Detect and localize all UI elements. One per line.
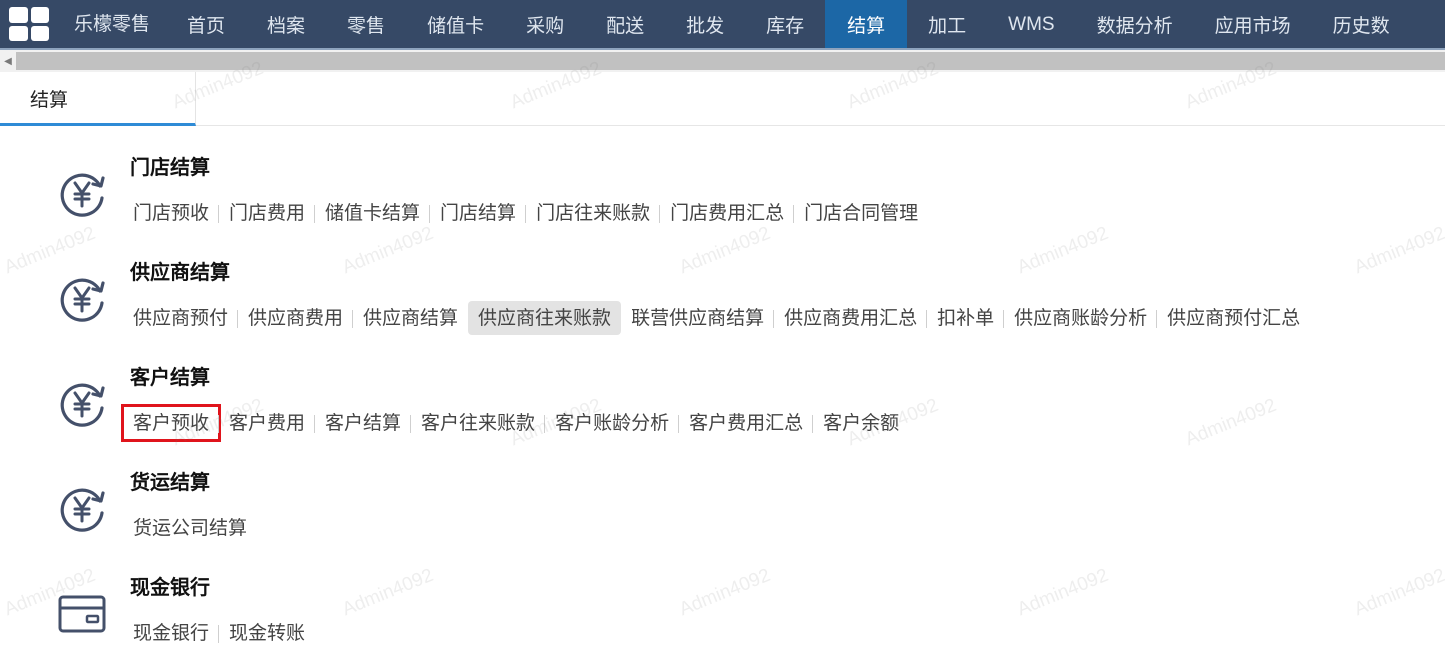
section-title: 现金银行 bbox=[130, 575, 210, 599]
nav-item-settlement[interactable]: 结算 bbox=[825, 0, 908, 48]
link-customer-expense-summary[interactable]: 客户费用汇总 bbox=[678, 406, 813, 440]
section-store-settlement: 门店结算 门店预收 门店费用 储值卡结算 门店结算 门店往来账款 门店费用汇总 … bbox=[0, 140, 1445, 240]
section-title: 供应商结算 bbox=[130, 260, 230, 284]
link-supplier-prepayment-summary[interactable]: 供应商预付汇总 bbox=[1156, 301, 1310, 335]
yen-refresh-icon bbox=[60, 278, 105, 322]
link-deduction-supplement[interactable]: 扣补单 bbox=[926, 301, 1004, 335]
section-links: 现金银行 现金转账 bbox=[123, 614, 315, 652]
link-store-settlement[interactable]: 门店结算 bbox=[429, 196, 526, 230]
link-customer-current-account[interactable]: 客户往来账款 bbox=[410, 406, 545, 440]
link-stored-card-settlement[interactable]: 储值卡结算 bbox=[314, 196, 430, 230]
link-store-expense-summary[interactable]: 门店费用汇总 bbox=[659, 196, 794, 230]
scrollbar-thumb[interactable] bbox=[16, 52, 1445, 70]
section-freight-settlement: 货运结算 货运公司结算 bbox=[0, 455, 1445, 555]
link-customer-balance[interactable]: 客户余额 bbox=[812, 406, 909, 440]
section-title: 客户结算 bbox=[130, 365, 210, 389]
link-customer-expense[interactable]: 客户费用 bbox=[218, 406, 315, 440]
link-store-prepayment[interactable]: 门店预收 bbox=[123, 196, 219, 230]
brand-name[interactable]: 乐檬零售 bbox=[58, 0, 166, 48]
link-supplier-prepayment[interactable]: 供应商预付 bbox=[123, 301, 238, 335]
nav-item-processing[interactable]: 加工 bbox=[907, 0, 987, 48]
app-grid-icon[interactable] bbox=[0, 0, 58, 48]
section-supplier-settlement: 供应商结算 供应商预付 供应商费用 供应商结算 供应商往来账款 联营供应商结算 … bbox=[0, 245, 1445, 345]
link-supplier-expense[interactable]: 供应商费用 bbox=[237, 301, 353, 335]
section-customer-settlement: 客户结算 客户预收 客户费用 客户结算 客户往来账款 客户账龄分析 客户费用汇总… bbox=[0, 350, 1445, 450]
link-cash-bank[interactable]: 现金银行 bbox=[123, 616, 219, 650]
link-store-expense[interactable]: 门店费用 bbox=[218, 196, 315, 230]
nav-item-app-market[interactable]: 应用市场 bbox=[1194, 0, 1312, 48]
section-links: 门店预收 门店费用 储值卡结算 门店结算 门店往来账款 门店费用汇总 门店合同管… bbox=[123, 194, 928, 232]
link-joint-supplier-settlement[interactable]: 联营供应商结算 bbox=[621, 301, 774, 335]
nav-item-data-analysis[interactable]: 数据分析 bbox=[1076, 0, 1194, 48]
yen-refresh-icon bbox=[60, 488, 105, 532]
yen-refresh-icon bbox=[60, 383, 105, 427]
link-supplier-current-account[interactable]: 供应商往来账款 bbox=[468, 301, 622, 335]
section-links: 供应商预付 供应商费用 供应商结算 供应商往来账款 联营供应商结算 供应商费用汇… bbox=[123, 299, 1310, 337]
nav-item-home[interactable]: 首页 bbox=[166, 0, 246, 48]
top-nav: 乐檬零售 首页 档案 零售 储值卡 采购 配送 批发 库存 结算 加工 WMS … bbox=[0, 0, 1445, 48]
link-customer-prepayment[interactable]: 客户预收 bbox=[120, 404, 222, 442]
tab-bar: 结算 bbox=[0, 72, 1445, 126]
nav-item-wms[interactable]: WMS bbox=[987, 0, 1075, 48]
link-supplier-expense-summary[interactable]: 供应商费用汇总 bbox=[773, 301, 927, 335]
tab-settlement[interactable]: 结算 bbox=[0, 72, 196, 126]
section-cash-bank: 现金银行 现金银行 现金转账 bbox=[0, 560, 1445, 660]
section-links: 客户预收 客户费用 客户结算 客户往来账款 客户账龄分析 客户费用汇总 客户余额 bbox=[120, 404, 909, 442]
link-customer-aging-analysis[interactable]: 客户账龄分析 bbox=[544, 406, 679, 440]
link-store-contract[interactable]: 门店合同管理 bbox=[793, 196, 928, 230]
nav-item-inventory[interactable]: 库存 bbox=[745, 0, 825, 48]
link-freight-company-settlement[interactable]: 货运公司结算 bbox=[123, 511, 257, 545]
nav-item-history[interactable]: 历史数 bbox=[1312, 0, 1411, 48]
nav-item-wholesale[interactable]: 批发 bbox=[665, 0, 745, 48]
section-title: 门店结算 bbox=[130, 155, 210, 179]
link-customer-settlement[interactable]: 客户结算 bbox=[314, 406, 411, 440]
nav-item-purchase[interactable]: 采购 bbox=[505, 0, 585, 48]
yen-refresh-icon bbox=[60, 173, 105, 217]
link-store-current-account[interactable]: 门店往来账款 bbox=[525, 196, 660, 230]
nav-item-distribution[interactable]: 配送 bbox=[585, 0, 665, 48]
nav-item-stored-value-card[interactable]: 储值卡 bbox=[406, 0, 505, 48]
link-supplier-aging-analysis[interactable]: 供应商账龄分析 bbox=[1003, 301, 1157, 335]
horizontal-scrollbar[interactable]: ◀ bbox=[0, 50, 1445, 72]
section-links: 货运公司结算 bbox=[123, 509, 257, 547]
nav-item-retail[interactable]: 零售 bbox=[326, 0, 406, 48]
card-icon bbox=[58, 595, 106, 633]
link-supplier-settlement[interactable]: 供应商结算 bbox=[352, 301, 468, 335]
nav-item-archive[interactable]: 档案 bbox=[246, 0, 326, 48]
section-title: 货运结算 bbox=[130, 470, 210, 494]
scroll-left-icon[interactable]: ◀ bbox=[0, 50, 16, 72]
link-cash-transfer[interactable]: 现金转账 bbox=[218, 616, 315, 650]
